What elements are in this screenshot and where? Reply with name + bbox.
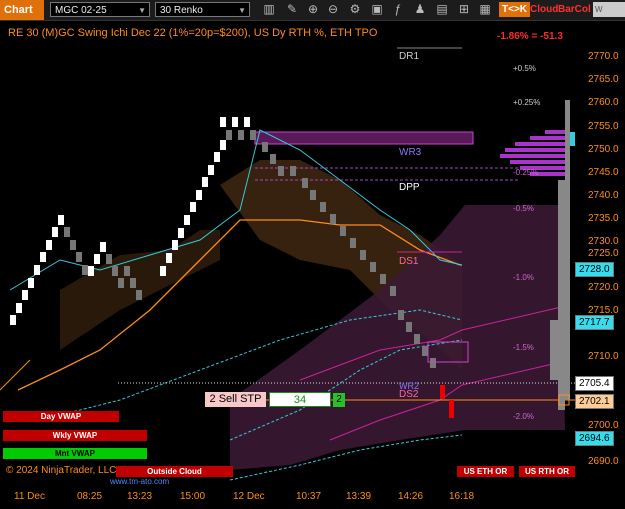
instrument-label: MGC 02-25 xyxy=(55,5,107,16)
strategy-icon[interactable]: ♟ xyxy=(413,2,427,17)
properties-icon[interactable]: ⚙ xyxy=(348,2,362,17)
pct-level-label: +0.25% xyxy=(513,98,541,107)
price-tag-cyan: 2728.0 xyxy=(575,262,614,277)
pivot-dpp: DPP xyxy=(399,182,420,193)
day-vwap-button[interactable]: Day VWAP xyxy=(3,411,119,422)
template-icon[interactable]: ▣ xyxy=(370,2,384,17)
dom-icon[interactable]: ▤ xyxy=(435,2,449,17)
us-eth-or-button[interactable]: US ETH OR xyxy=(457,466,514,477)
pivot-ds2: DS2 xyxy=(399,389,419,400)
y-tick-label: 2700.0 xyxy=(588,420,619,431)
pivot-ds1: DS1 xyxy=(399,256,419,267)
monthly-vwap-button[interactable]: Mnt VWAP xyxy=(3,448,147,459)
pct-level-label: -0.25% xyxy=(513,168,539,177)
copyright-text: © 2024 NinjaTrader, LLC xyxy=(6,465,117,476)
pct-level-label: -1.5% xyxy=(513,343,534,352)
pct-level-label: -2.0% xyxy=(513,412,534,421)
pct-level-label: +0.5% xyxy=(513,64,536,73)
y-tick-label: 2740.0 xyxy=(588,190,619,201)
daily-change: -1.86% = -51.3 xyxy=(497,31,563,42)
layout-icon[interactable]: ▦ xyxy=(478,2,492,17)
volume-profile-zone xyxy=(254,131,474,145)
pivot-wr3: WR3 xyxy=(399,147,422,158)
zoom-out-icon[interactable]: ⊖ xyxy=(326,2,340,17)
zoom-in-icon[interactable]: ⊕ xyxy=(306,2,320,17)
y-tick-label: 2745.0 xyxy=(588,167,619,178)
order-quantity[interactable]: 34 xyxy=(269,392,331,407)
chevron-down-icon: ▼ xyxy=(138,6,146,15)
bar-type-label: 30 Renko xyxy=(160,5,203,16)
y-tick-label: 2765.0 xyxy=(588,74,619,85)
order-count-button[interactable]: 2 xyxy=(333,393,345,407)
weekly-vwap-button[interactable]: Wkly VWAP xyxy=(3,430,147,441)
tile-icon[interactable]: ⊞ xyxy=(457,2,471,17)
price-tag-cyan: 2694.6 xyxy=(575,431,614,446)
pct-level-label: -1.0% xyxy=(513,273,534,282)
y-tick-label: 2730.0 xyxy=(588,236,619,247)
chart-toolbar: Chart MGC 02-25 ▼ 30 Renko ▼ ▥ ✎ ⊕ ⊖ ⚙ ▣… xyxy=(0,0,625,21)
x-tick-label: 10:37 xyxy=(296,491,322,502)
us-rth-or-button[interactable]: US RTH OR xyxy=(519,466,575,477)
instrument-selector[interactable]: MGC 02-25 ▼ xyxy=(50,2,150,17)
time-axis[interactable]: 11 Dec 08:25 13:23 15:00 12 Dec 10:37 13… xyxy=(0,485,575,509)
bar-type-icon[interactable]: ▥ xyxy=(262,2,276,17)
x-tick-label: 13:39 xyxy=(346,491,372,502)
outside-cloud-badge: Outside Cloud xyxy=(116,466,233,477)
last-price-tag: 2705.4 xyxy=(575,376,614,391)
y-tick-label: 2725.0 xyxy=(588,248,619,259)
order-label[interactable]: 2 Sell STP xyxy=(205,392,266,407)
draw-icon[interactable]: ✎ xyxy=(285,2,299,17)
wvwap-toggle-button[interactable]: W VWAV xyxy=(593,2,625,17)
tenkan-line xyxy=(0,359,31,391)
y-tick-label: 2690.0 xyxy=(588,456,619,467)
x-tick-label: 15:00 xyxy=(180,491,206,502)
x-tick-label: 16:18 xyxy=(449,491,475,502)
y-tick-label: 2755.0 xyxy=(588,121,619,132)
y-tick-label: 2770.0 xyxy=(588,51,619,62)
x-tick-label: 11 Dec xyxy=(14,491,45,502)
y-tick-label: 2710.0 xyxy=(588,351,619,362)
x-tick-label: 13:23 xyxy=(127,491,153,502)
chevron-down-icon: ▼ xyxy=(238,6,246,15)
chart-tab[interactable]: Chart xyxy=(0,0,44,20)
x-tick-label: 12 Dec xyxy=(233,491,265,502)
tk-mode-button[interactable]: T<>K xyxy=(499,2,531,17)
y-tick-label: 2735.0 xyxy=(588,213,619,224)
order-price-tag: 2702.1 xyxy=(575,394,614,409)
indicator-icon[interactable]: ƒ xyxy=(391,2,405,17)
y-tick-label: 2750.0 xyxy=(588,144,619,155)
barcol-toggle-button[interactable]: BarCol xyxy=(558,2,591,17)
y-tick-label: 2720.0 xyxy=(588,282,619,293)
x-tick-label: 14:26 xyxy=(398,491,424,502)
price-axis[interactable]: 2770.0 2765.0 2760.0 2755.0 2750.0 2745.… xyxy=(575,20,625,485)
chart-title: RE 30 (M)GC Swing Ichi Dec 22 (1%=20p=$2… xyxy=(8,27,378,39)
price-tag-cyan: 2717.7 xyxy=(575,315,614,330)
pct-level-label: -0.5% xyxy=(513,204,534,213)
pivot-dr1: DR1 xyxy=(399,51,420,62)
y-tick-label: 2760.0 xyxy=(588,97,619,108)
x-tick-label: 08:25 xyxy=(77,491,103,502)
cloud-toggle-button[interactable]: Cloud xyxy=(530,2,558,17)
bar-type-selector[interactable]: 30 Renko ▼ xyxy=(155,2,250,17)
